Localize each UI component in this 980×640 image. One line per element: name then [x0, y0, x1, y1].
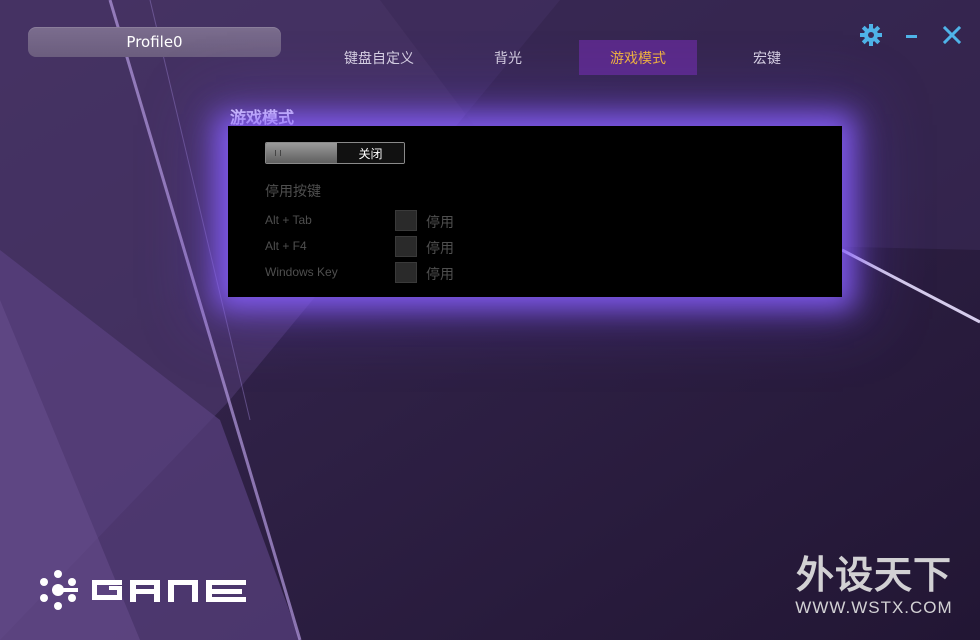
watermark-text: 外设天下: [795, 553, 952, 597]
key-row-windows-key: Windows Key 停用: [265, 262, 565, 284]
disable-alt-f4-checkbox[interactable]: [395, 236, 417, 257]
profile-selector[interactable]: Profile0: [28, 27, 281, 57]
watermark-url: WWW.WSTX.COM: [795, 598, 953, 617]
gear-icon[interactable]: [858, 22, 884, 48]
key-row-alt-tab: Alt + Tab 停用: [265, 210, 565, 232]
minimize-icon[interactable]: [898, 22, 924, 48]
tab-keyboard-custom[interactable]: 键盘自定义: [320, 40, 438, 75]
toggle-knob[interactable]: [266, 143, 337, 163]
checkbox-label: 停用: [426, 267, 454, 283]
close-icon[interactable]: [939, 22, 965, 48]
key-row-alt-f4: Alt + F4 停用: [265, 236, 565, 258]
disable-alt-tab-checkbox[interactable]: [395, 210, 417, 231]
key-name: Windows Key: [265, 265, 338, 279]
key-name: Alt + F4: [265, 239, 307, 253]
tab-game-mode[interactable]: 游戏模式: [579, 40, 697, 75]
tab-label: 背光: [494, 50, 522, 67]
disable-windows-key-checkbox[interactable]: [395, 262, 417, 283]
tab-macro[interactable]: 宏键: [708, 40, 826, 75]
disable-keys-label: 停用按键: [265, 184, 321, 200]
key-name: Alt + Tab: [265, 213, 312, 227]
tab-backlight[interactable]: 背光: [449, 40, 567, 75]
site-watermark: 外设天下 WWW.WSTX.COM: [784, 552, 964, 618]
tab-label: 键盘自定义: [344, 50, 414, 67]
game-mode-panel: 关闭 停用按键 Alt + Tab 停用 Alt + F4 停用 Windows…: [228, 126, 842, 297]
game-mode-toggle[interactable]: 关闭: [265, 142, 405, 164]
profile-name: Profile0: [126, 33, 183, 51]
checkbox-label: 停用: [426, 241, 454, 257]
tab-label: 宏键: [753, 50, 781, 67]
panel-title: 游戏模式: [230, 108, 295, 127]
background-art: [0, 0, 980, 640]
checkbox-label: 停用: [426, 215, 454, 231]
tab-label: 游戏模式: [610, 50, 666, 67]
brand-logo: [36, 568, 251, 614]
toggle-state-label: 关闭: [337, 143, 404, 163]
